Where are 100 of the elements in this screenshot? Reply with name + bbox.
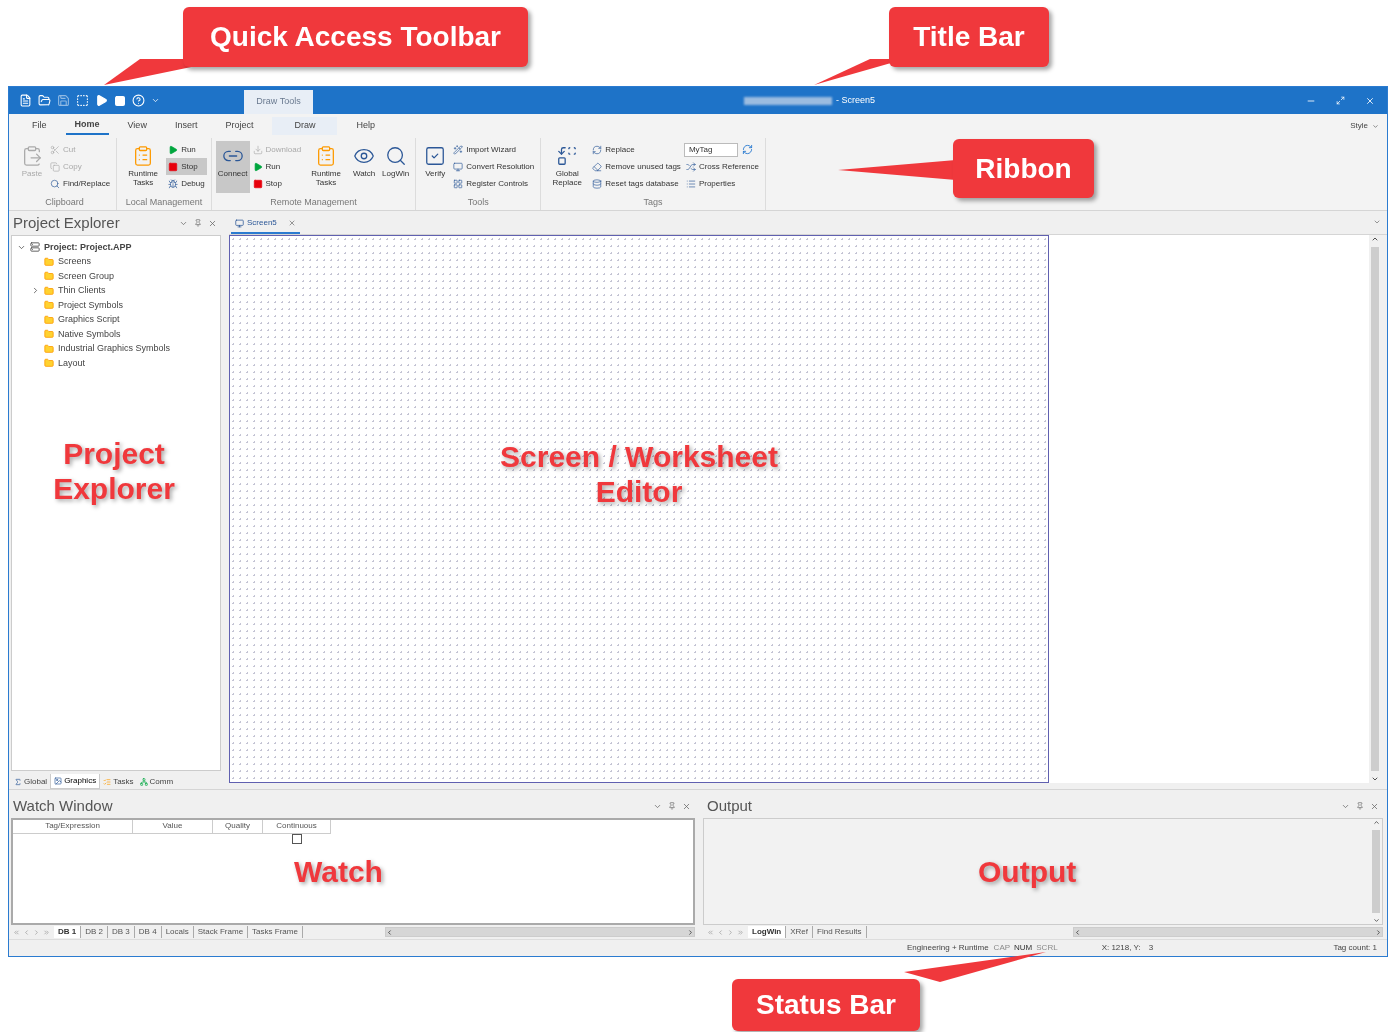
scroll-up-icon[interactable] bbox=[1372, 819, 1380, 826]
ribbon-button[interactable]: Runtime Tasks bbox=[121, 141, 166, 193]
next-icon[interactable] bbox=[33, 928, 40, 936]
checklist-icon bbox=[103, 777, 112, 786]
ribbon-button[interactable]: Remove unused tags bbox=[590, 158, 683, 175]
annotation-label: Watch bbox=[294, 854, 383, 889]
previous-icon[interactable] bbox=[717, 928, 724, 936]
ribbon-button[interactable]: Connect bbox=[215, 141, 250, 193]
open-folder-icon[interactable] bbox=[38, 94, 51, 107]
tree-item[interactable]: Graphics Script bbox=[30, 313, 120, 327]
sheet-tab[interactable]: DB 4 bbox=[134, 926, 162, 938]
pane-title: Project Explorer bbox=[13, 212, 120, 233]
tree-item[interactable]: Industrial Graphics Symbols bbox=[30, 342, 171, 356]
ribbon-button[interactable]: Import Wizard bbox=[451, 141, 537, 158]
vertical-scrollbar[interactable] bbox=[1370, 819, 1382, 924]
scroll-down-icon[interactable] bbox=[1371, 775, 1379, 783]
pin-icon[interactable] bbox=[194, 219, 202, 227]
next-icon[interactable] bbox=[727, 928, 734, 936]
pane-tab[interactable]: Graphics bbox=[50, 774, 101, 789]
ribbon-tab[interactable]: Help bbox=[347, 117, 384, 135]
scroll-up-icon[interactable] bbox=[1371, 235, 1379, 243]
ribbon-button[interactable]: Run bbox=[250, 158, 304, 175]
ribbon-button[interactable]: Reset tags database bbox=[590, 175, 683, 192]
sheet-tab[interactable]: XRef bbox=[786, 926, 814, 938]
stop-icon[interactable] bbox=[114, 94, 126, 107]
sheet-tab[interactable]: Locals bbox=[161, 926, 194, 938]
pin-icon[interactable] bbox=[1356, 802, 1364, 810]
first-icon[interactable] bbox=[707, 928, 714, 936]
horizontal-scrollbar[interactable] bbox=[1073, 927, 1383, 937]
style-menu[interactable]: Style bbox=[1350, 120, 1379, 132]
checkbox[interactable] bbox=[292, 834, 302, 844]
sheet-tab[interactable]: Stack Frame bbox=[193, 926, 249, 938]
tree-item[interactable]: Project Symbols bbox=[30, 298, 124, 312]
tree-item[interactable]: Layout bbox=[30, 356, 86, 370]
column-header[interactable]: Quality bbox=[213, 820, 263, 834]
ribbon-button[interactable]: Debug bbox=[166, 175, 207, 192]
close-icon[interactable] bbox=[208, 218, 217, 228]
ribbon-button[interactable]: Run bbox=[166, 141, 207, 158]
pane-tab[interactable]: Tasks bbox=[100, 774, 137, 789]
refresh-icon[interactable] bbox=[741, 144, 753, 155]
new-file-icon[interactable] bbox=[19, 94, 32, 107]
close-icon[interactable] bbox=[682, 801, 691, 811]
pin-icon[interactable] bbox=[668, 802, 676, 810]
close-icon[interactable] bbox=[1370, 801, 1379, 811]
ribbon-button[interactable]: Stop bbox=[250, 175, 304, 192]
ribbon-tab[interactable]: Draw bbox=[272, 117, 338, 135]
scroll-down-icon[interactable] bbox=[1372, 917, 1380, 924]
column-header[interactable]: Tag/Expression bbox=[13, 820, 133, 834]
scroll-left-icon[interactable] bbox=[386, 928, 393, 936]
ribbon-tab[interactable]: View bbox=[118, 117, 156, 135]
first-icon[interactable] bbox=[13, 928, 20, 936]
ribbon-tab[interactable]: Insert bbox=[165, 117, 207, 135]
help-icon[interactable] bbox=[132, 94, 145, 107]
ribbon-tab[interactable]: Home bbox=[65, 117, 109, 135]
sheet-tab[interactable]: DB 1 bbox=[54, 926, 82, 938]
tree-item[interactable]: Thin Clients bbox=[30, 284, 106, 298]
scroll-left-icon[interactable] bbox=[1074, 928, 1081, 936]
sheet-tab[interactable]: DB 3 bbox=[108, 926, 135, 938]
tree-item[interactable]: Project: Project.APP bbox=[16, 240, 132, 254]
ribbon-button[interactable]: Register Controls bbox=[451, 175, 537, 192]
ribbon-button[interactable]: Watch bbox=[349, 141, 380, 193]
ribbon-button[interactable]: Find/Replace bbox=[48, 175, 113, 192]
sheet-tab[interactable]: Tasks Frame bbox=[248, 926, 303, 938]
horizontal-scrollbar[interactable] bbox=[385, 927, 695, 937]
ribbon-button[interactable]: Stop bbox=[166, 158, 207, 175]
customize-icon[interactable] bbox=[151, 96, 160, 105]
maximize-icon[interactable] bbox=[1336, 96, 1345, 105]
ribbon-icon bbox=[252, 144, 263, 155]
tag-input-field[interactable]: MyTag bbox=[683, 142, 738, 157]
ribbon-button[interactable]: Verify bbox=[420, 141, 451, 193]
column-header[interactable]: Value bbox=[133, 820, 213, 834]
ribbon-button[interactable]: Properties bbox=[683, 175, 761, 192]
vertical-scrollbar[interactable] bbox=[1369, 235, 1381, 783]
ribbon-button[interactable]: LogWin bbox=[380, 141, 412, 193]
ribbon-button[interactable]: Convert Resolution bbox=[451, 158, 537, 175]
sheet-tab[interactable]: LogWin bbox=[748, 926, 787, 938]
ribbon-button[interactable]: Runtime Tasks bbox=[304, 141, 349, 193]
last-icon[interactable] bbox=[737, 928, 744, 936]
tree-item[interactable]: Screen Group bbox=[30, 269, 115, 283]
sheet-tab[interactable]: Find Results bbox=[813, 926, 867, 938]
ribbon-tab[interactable]: File bbox=[23, 117, 56, 135]
play-icon[interactable] bbox=[95, 94, 108, 107]
window-icon[interactable] bbox=[76, 94, 89, 107]
close-icon[interactable] bbox=[287, 219, 296, 227]
scroll-right-icon[interactable] bbox=[1375, 928, 1382, 936]
sheet-tab[interactable]: DB 2 bbox=[81, 926, 109, 938]
ribbon-button[interactable]: Replace bbox=[590, 141, 683, 158]
tree-item[interactable]: Native Symbols bbox=[30, 327, 121, 341]
previous-icon[interactable] bbox=[23, 928, 30, 936]
scroll-right-icon[interactable] bbox=[687, 928, 694, 936]
ribbon-button[interactable]: Cross Reference bbox=[683, 158, 761, 175]
close-icon[interactable] bbox=[1365, 95, 1375, 106]
last-icon[interactable] bbox=[43, 928, 50, 936]
pane-tab[interactable]: Global bbox=[11, 774, 51, 789]
ribbon-tab[interactable]: Project bbox=[216, 117, 263, 135]
drawing-canvas[interactable] bbox=[229, 235, 1049, 783]
ribbon-button[interactable]: Global Replace bbox=[545, 141, 590, 193]
dropdown-icon[interactable] bbox=[1373, 218, 1381, 226]
pane-tab[interactable]: Comm bbox=[136, 774, 177, 789]
tree-item[interactable]: Screens bbox=[30, 255, 92, 269]
